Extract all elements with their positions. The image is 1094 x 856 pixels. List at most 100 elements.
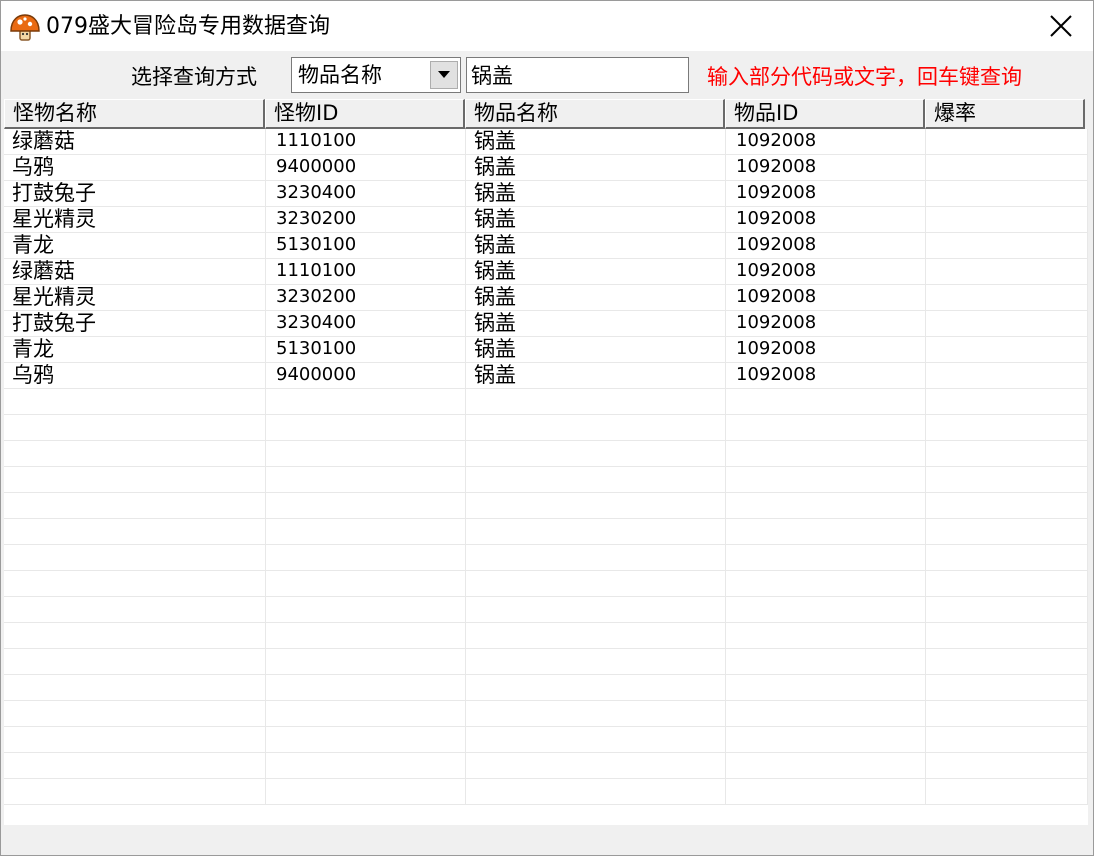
column-header-item-name[interactable]: 物品名称 [465,99,725,129]
item-id-cell: 1092008 [726,311,926,336]
column-header-item-id[interactable]: 物品ID [725,99,925,129]
monster-name-cell [4,701,266,726]
empty-row[interactable] [4,441,1088,467]
title-bar[interactable]: 079盛大冒险岛专用数据查询 [1,1,1093,51]
table-row[interactable]: 绿蘑菇 1110100 锅盖 1092008 [4,129,1088,155]
monster-name-cell [4,493,266,518]
empty-row[interactable] [4,519,1088,545]
table-row[interactable]: 打鼓兔子 3230400 锅盖 1092008 [4,181,1088,207]
item-id-cell [726,701,926,726]
column-header-monster-id[interactable]: 怪物ID [265,99,465,129]
item-id-cell: 1092008 [726,233,926,258]
query-mode-select[interactable]: 物品名称 [291,57,461,93]
monster-id-cell: 3230400 [266,311,466,336]
item-id-cell: 1092008 [726,207,926,232]
item-name-cell: 锅盖 [466,207,726,232]
item-id-cell [726,571,926,596]
table-row[interactable]: 乌鸦 9400000 锅盖 1092008 [4,155,1088,181]
item-id-cell [726,545,926,570]
table-row[interactable]: 绿蘑菇 1110100 锅盖 1092008 [4,259,1088,285]
empty-row[interactable] [4,415,1088,441]
monster-id-cell [266,675,466,700]
drop-rate-cell [926,389,1088,414]
item-id-cell: 1092008 [726,285,926,310]
query-mode-label: 选择查询方式 [131,65,257,89]
column-header-drop-rate[interactable]: 爆率 [925,99,1085,129]
monster-id-cell: 9400000 [266,155,466,180]
monster-name-cell: 绿蘑菇 [4,259,266,284]
empty-row[interactable] [4,389,1088,415]
drop-rate-cell [926,753,1088,778]
item-name-cell [466,415,726,440]
drop-rate-cell [926,467,1088,492]
monster-id-cell [266,623,466,648]
monster-name-cell [4,389,266,414]
table-row[interactable]: 青龙 5130100 锅盖 1092008 [4,337,1088,363]
item-id-cell [726,493,926,518]
status-bar [1,827,1093,855]
monster-name-cell [4,441,266,466]
monster-id-cell [266,753,466,778]
drop-rate-cell [926,181,1088,206]
monster-name-cell: 打鼓兔子 [4,311,266,336]
dropdown-button[interactable] [430,61,458,89]
item-name-cell: 锅盖 [466,259,726,284]
drop-rate-cell [926,623,1088,648]
empty-row[interactable] [4,545,1088,571]
empty-row[interactable] [4,701,1088,727]
monster-name-cell [4,467,266,492]
monster-name-cell: 星光精灵 [4,207,266,232]
monster-name-cell: 乌鸦 [4,363,266,388]
monster-id-cell [266,389,466,414]
drop-rate-cell [926,259,1088,284]
empty-row[interactable] [4,649,1088,675]
table-header: 怪物名称 怪物ID 物品名称 物品ID 爆率 [4,99,1088,129]
drop-rate-cell [926,415,1088,440]
monster-id-cell [266,519,466,544]
table-row[interactable]: 星光精灵 3230200 锅盖 1092008 [4,207,1088,233]
mushroom-app-icon [9,12,41,44]
item-name-cell [466,623,726,648]
table-row[interactable]: 青龙 5130100 锅盖 1092008 [4,233,1088,259]
empty-row[interactable] [4,571,1088,597]
item-id-cell [726,779,926,804]
empty-row[interactable] [4,727,1088,753]
item-id-cell [726,727,926,752]
item-name-cell [466,571,726,596]
monster-id-cell: 5130100 [266,337,466,362]
empty-row[interactable] [4,753,1088,779]
monster-id-cell: 3230200 [266,207,466,232]
item-name-cell [466,389,726,414]
drop-rate-cell [926,701,1088,726]
column-header-monster-name[interactable]: 怪物名称 [4,99,265,129]
monster-name-cell [4,779,266,804]
empty-row[interactable] [4,493,1088,519]
table-row[interactable]: 打鼓兔子 3230400 锅盖 1092008 [4,311,1088,337]
monster-id-cell [266,493,466,518]
results-table[interactable]: 怪物名称 怪物ID 物品名称 物品ID 爆率 绿蘑菇 1110100 锅盖 10920… [4,99,1088,825]
table-body: 绿蘑菇 1110100 锅盖 1092008 乌鸦 9400000 锅盖 1092008 打鼓兔… [4,129,1088,825]
monster-id-cell [266,467,466,492]
monster-id-cell [266,649,466,674]
empty-row[interactable] [4,623,1088,649]
monster-name-cell [4,415,266,440]
item-id-cell [726,597,926,622]
table-row[interactable]: 星光精灵 3230200 锅盖 1092008 [4,285,1088,311]
item-id-cell [726,649,926,674]
monster-id-cell [266,727,466,752]
item-id-cell [726,675,926,700]
search-input[interactable] [466,57,689,93]
empty-row[interactable] [4,597,1088,623]
drop-rate-cell [926,675,1088,700]
monster-name-cell [4,623,266,648]
close-button[interactable] [1033,1,1089,51]
monster-name-cell: 星光精灵 [4,285,266,310]
drop-rate-cell [926,649,1088,674]
table-row[interactable]: 乌鸦 9400000 锅盖 1092008 [4,363,1088,389]
item-name-cell: 锅盖 [466,155,726,180]
empty-row[interactable] [4,467,1088,493]
empty-row[interactable] [4,779,1088,805]
drop-rate-cell [926,155,1088,180]
monster-name-cell: 青龙 [4,233,266,258]
empty-row[interactable] [4,675,1088,701]
